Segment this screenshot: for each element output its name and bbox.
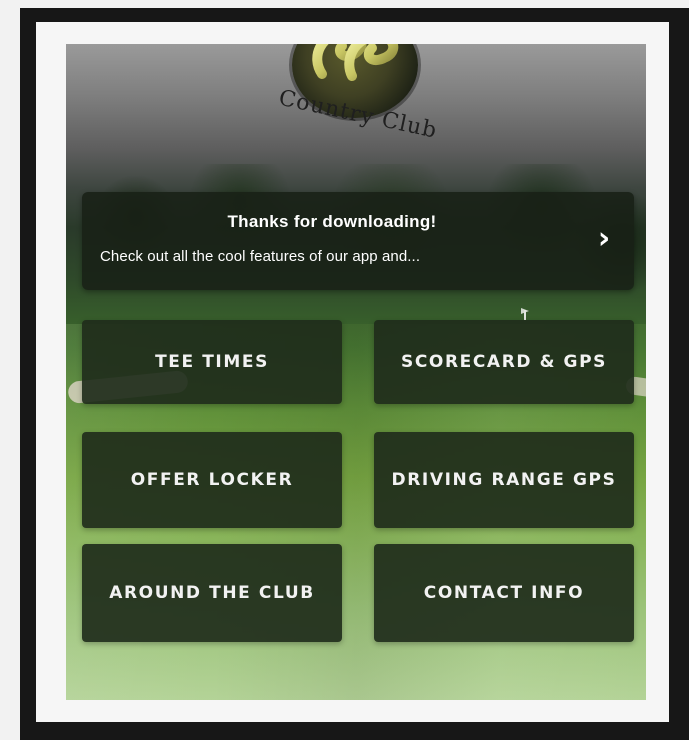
- tile-label: OFFER LOCKER: [130, 470, 294, 490]
- banner-title: Thanks for downloading!: [227, 212, 437, 231]
- flag-pin: [524, 310, 526, 320]
- screen-bezel: Country Club Thanks for downloading! Che…: [36, 22, 669, 722]
- tile-label: AROUND THE CLUB: [109, 583, 315, 603]
- around-the-club-button[interactable]: AROUND THE CLUB: [82, 544, 342, 642]
- tee-times-button[interactable]: TEE TIMES: [82, 320, 342, 404]
- offer-locker-button[interactable]: OFFER LOCKER: [82, 432, 342, 528]
- tile-label: SCORECARD & GPS: [400, 352, 608, 372]
- menu-grid: TEE TIMES SCORECARD & GPS OFFER LOCKER D…: [82, 320, 634, 642]
- scorecard-gps-button[interactable]: SCORECARD & GPS: [374, 320, 634, 404]
- contact-info-button[interactable]: CONTACT INFO: [374, 544, 634, 642]
- driving-range-gps-button[interactable]: DRIVING RANGE GPS: [374, 432, 634, 528]
- banner-subtitle: Check out all the cool features of our a…: [100, 248, 421, 265]
- chevron-right-icon[interactable]: ›: [592, 224, 616, 254]
- welcome-banner[interactable]: Thanks for downloading! Check out all th…: [82, 192, 634, 290]
- club-logo: Country Club: [266, 44, 446, 162]
- tile-label: CONTACT INFO: [423, 583, 585, 603]
- app-screen: Country Club Thanks for downloading! Che…: [66, 44, 646, 700]
- device-frame: Country Club Thanks for downloading! Che…: [20, 8, 689, 740]
- tile-label: TEE TIMES: [155, 352, 269, 372]
- tile-label: DRIVING RANGE GPS: [391, 470, 617, 490]
